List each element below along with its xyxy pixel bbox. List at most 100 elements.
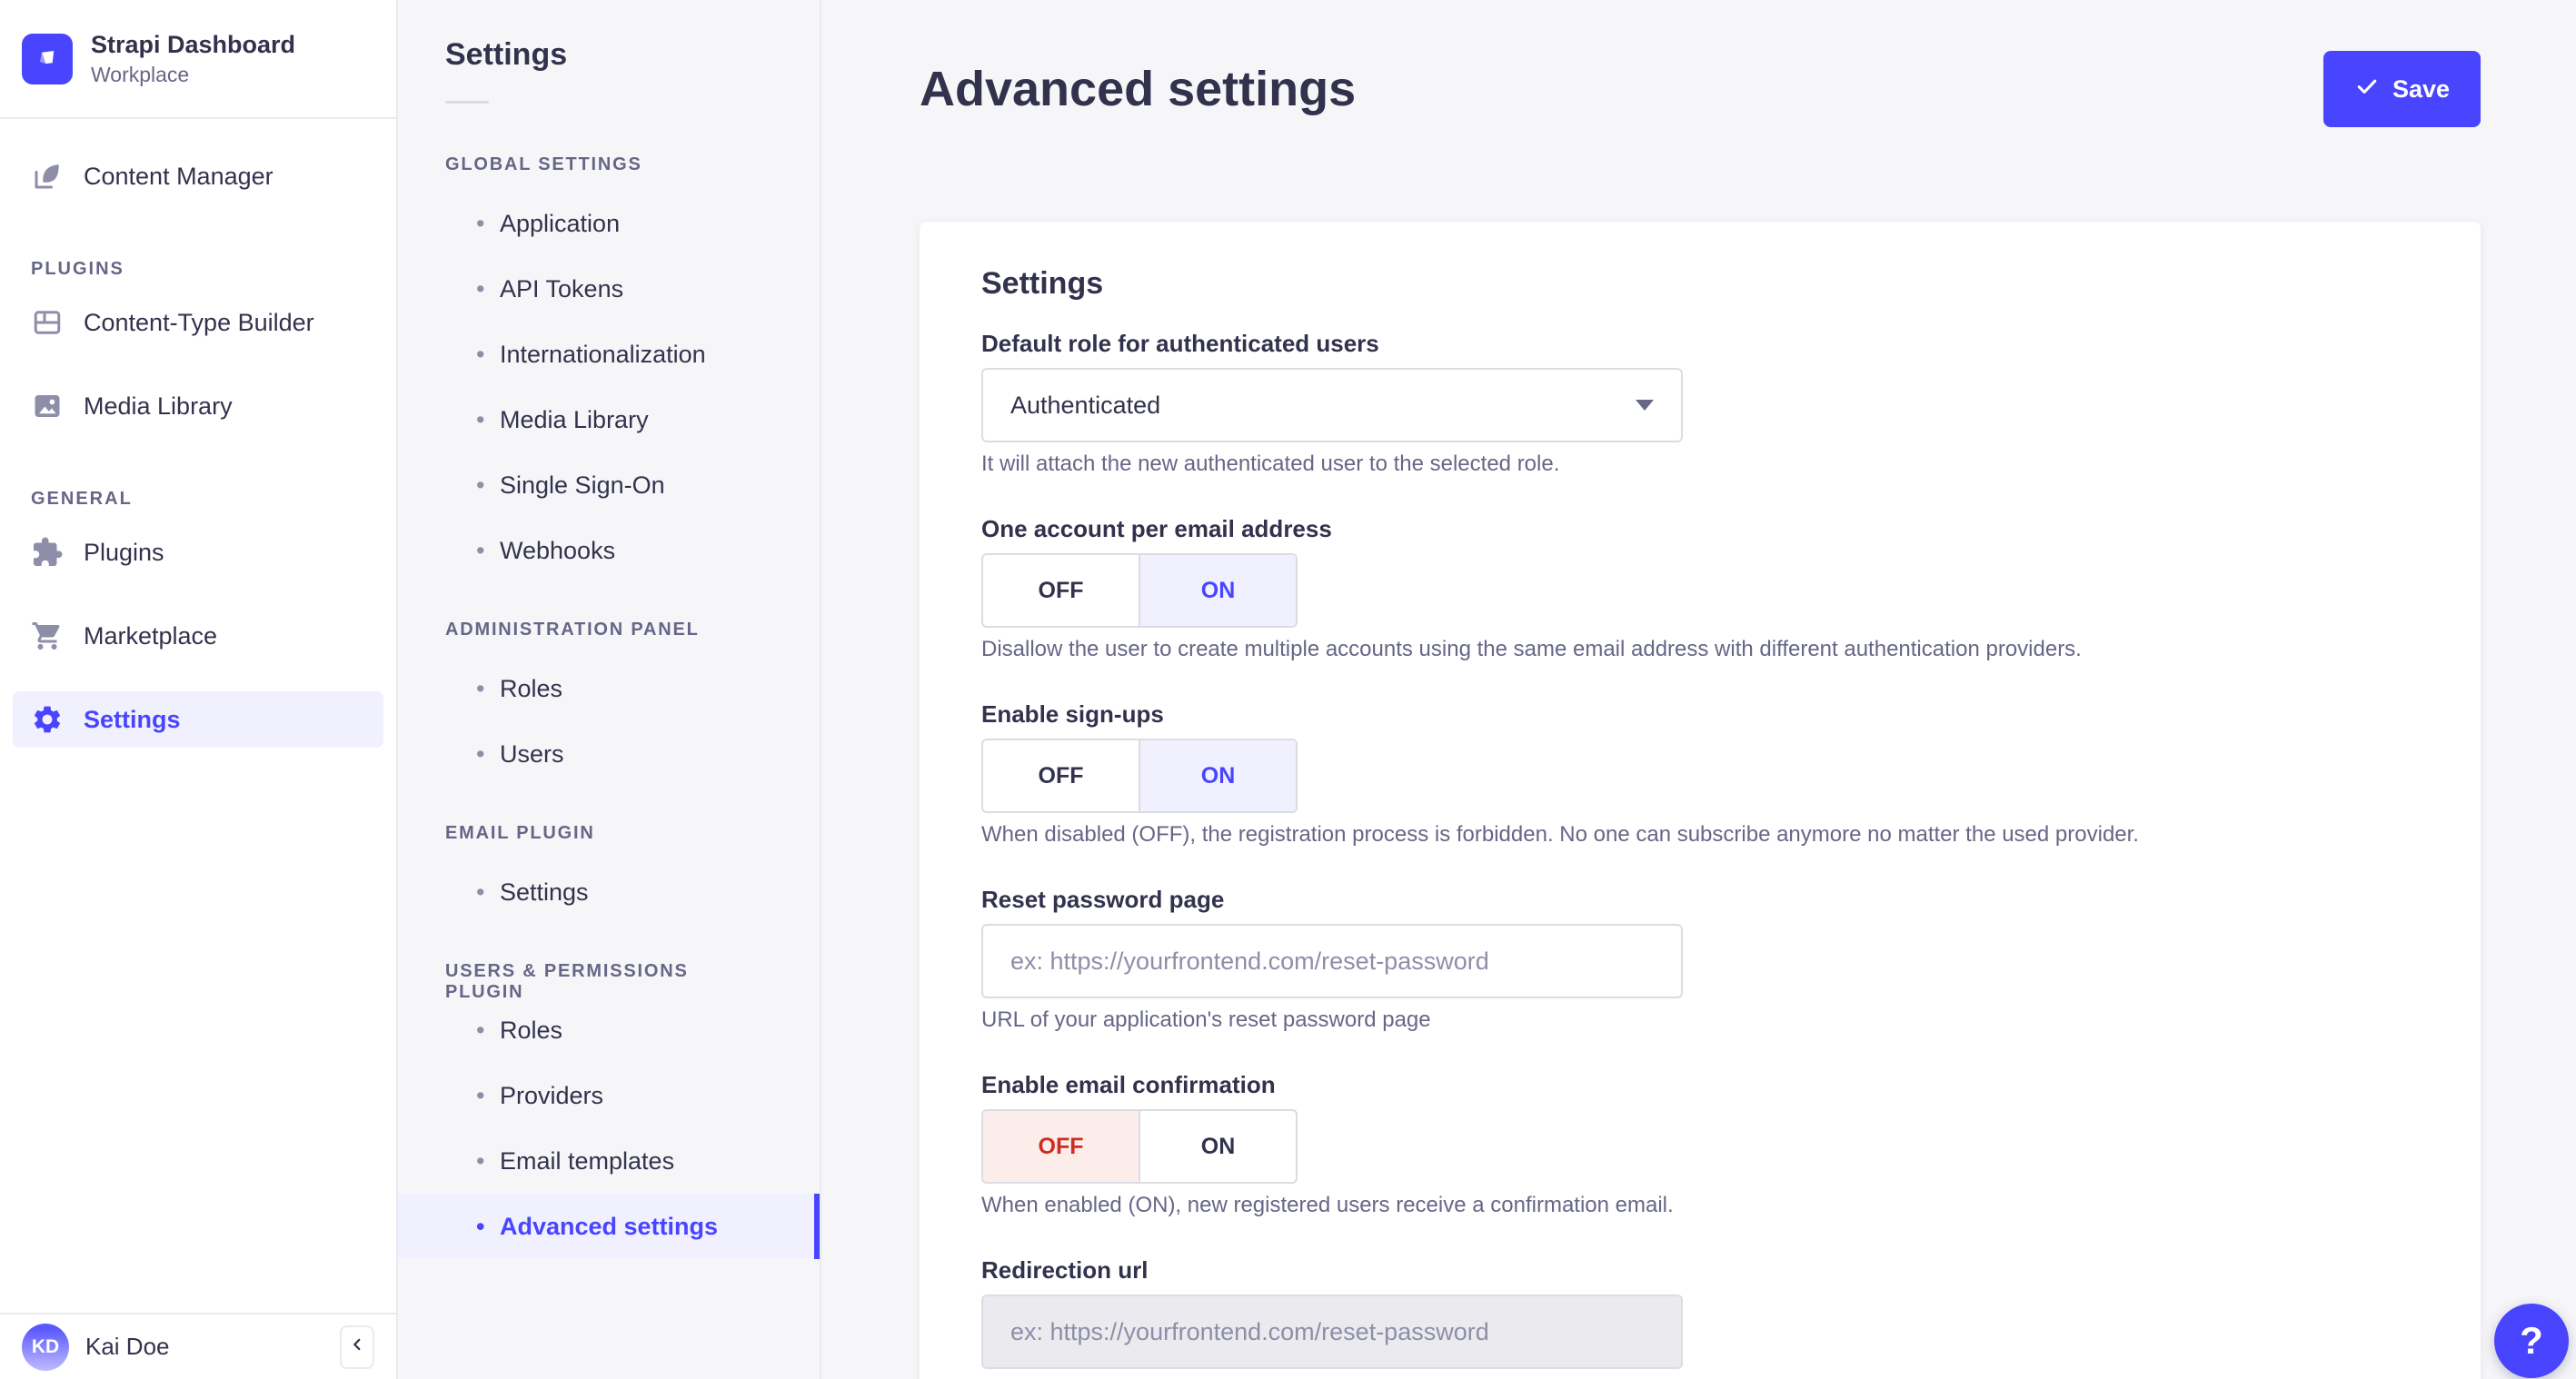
question-mark-icon: ? [2520,1319,2543,1362]
sidebar-item-label: Marketplace [84,621,218,650]
gear-icon [31,703,64,736]
field-label: Default role for authenticated users [981,330,1379,357]
subnav-item-admin-roles[interactable]: Roles [398,656,820,721]
subnav-item-media-library[interactable]: Media Library [398,387,820,452]
help-button[interactable]: ? [2494,1304,2569,1378]
bullet-icon [476,341,500,369]
sidebar-item-label: Media Library [84,392,233,420]
subnav-item-admin-users[interactable]: Users [398,721,820,787]
field-one-account-per-email: One account per email address OFF ON Dis… [981,515,2419,662]
field-hint: Disallow the user to create multiple acc… [981,637,2082,661]
reset-password-page-input[interactable] [981,924,1683,998]
toggle-on-option[interactable]: ON [1139,740,1296,811]
subnav-item-single-sign-on[interactable]: Single Sign-On [398,452,820,518]
bullet-icon [476,1213,500,1241]
redirection-url-input [981,1295,1683,1369]
bullet-icon [476,740,500,769]
sidebar-item-settings[interactable]: Settings [13,691,383,749]
subnav-item-up-roles[interactable]: Roles [398,997,820,1063]
sidebar-item-plugins[interactable]: Plugins [13,524,383,580]
field-default-role: Default role for authenticated users Aut… [981,330,2419,477]
sidebar-item-label: Plugins [84,538,164,566]
bullet-icon [476,537,500,565]
sidebar-item-label: Settings [84,705,181,733]
bullet-icon [476,1147,500,1176]
enable-sign-ups-toggle[interactable]: OFF ON [981,739,1298,813]
subnav-section-label: USERS & PERMISSIONS PLUGIN [445,961,689,1002]
settings-card: Settings Default role for authenticated … [920,222,2481,1379]
field-redirection-url: Redirection url [981,1256,2419,1369]
main-content: Advanced settings Save Settings Default … [821,0,2576,1379]
sidebar-item-label: Content-Type Builder [84,308,314,336]
select-value: Authenticated [1010,391,1161,419]
field-label: Reset password page [981,886,1225,913]
field-hint: When enabled (ON), new registered users … [981,1193,1674,1217]
field-hint: When disabled (OFF), the registration pr… [981,822,2139,847]
one-account-toggle[interactable]: OFF ON [981,553,1298,628]
toggle-off-option[interactable]: OFF [983,555,1139,626]
subnav-section-label: EMAIL PLUGIN [445,823,595,843]
picture-icon [31,390,64,422]
save-button[interactable]: Save [2322,51,2481,127]
bullet-icon [476,275,500,303]
subnav-section-administration-panel: ADMINISTRATION PANEL Roles Users [398,620,820,787]
field-enable-sign-ups: Enable sign-ups OFF ON When disabled (OF… [981,700,2419,848]
subnav-item-internationalization[interactable]: Internationalization [398,322,820,387]
bullet-icon [476,471,500,500]
default-role-select[interactable]: Authenticated [981,368,1683,442]
field-enable-email-confirmation: Enable email confirmation OFF ON When en… [981,1071,2419,1218]
subnav-item-api-tokens[interactable]: API Tokens [398,256,820,322]
subnav-item-up-providers[interactable]: Providers [398,1063,820,1128]
brand-text: Strapi Dashboard Workplace [91,31,295,86]
user-row: KD Kai Doe [0,1313,396,1379]
chevron-down-icon [1636,400,1654,411]
avatar[interactable]: KD [22,1323,69,1371]
subnav-item-webhooks[interactable]: Webhooks [398,518,820,583]
sidebar-section-general: GENERAL [31,489,133,510]
bullet-icon [476,210,500,238]
field-hint: URL of your application's reset password… [981,1007,1431,1032]
sidebar-item-content-type-builder[interactable]: Content-Type Builder [13,294,383,351]
sidebar-item-label: Content Manager [84,162,274,190]
subnav-title: Settings [445,37,568,72]
subnav-section-email-plugin: EMAIL PLUGIN Settings [398,823,820,925]
toggle-on-option[interactable]: ON [1139,1111,1296,1182]
brand-title: Strapi Dashboard [91,31,296,58]
subnav-section-global-settings: GLOBAL SETTINGS Application API Tokens I… [398,154,820,583]
sidebar-section-plugins: PLUGINS [31,259,124,280]
field-label: Enable sign-ups [981,700,1164,728]
toggle-off-option[interactable]: OFF [983,1111,1139,1182]
page-header: Advanced settings Save [920,0,2481,127]
subnav-item-up-email-templates[interactable]: Email templates [398,1128,820,1194]
settings-subnav: Settings GLOBAL SETTINGS Application API… [398,0,821,1379]
subnav-item-email-settings[interactable]: Settings [398,859,820,925]
bullet-icon [476,1082,500,1110]
field-label: Enable email confirmation [981,1071,1276,1098]
bullet-icon [476,1017,500,1045]
sidebar-nav: Content Manager PLUGINS Content-Type Bui… [0,119,396,1313]
email-confirmation-toggle[interactable]: OFF ON [981,1109,1298,1184]
save-button-label: Save [2392,74,2450,103]
toggle-on-option[interactable]: ON [1139,555,1296,626]
check-icon [2354,74,2380,105]
sidebar-item-content-manager[interactable]: Content Manager [13,148,383,204]
main-sidebar: Strapi Dashboard Workplace Content Manag… [0,0,398,1379]
sidebar-item-media-library[interactable]: Media Library [13,378,383,434]
field-label: One account per email address [981,515,1332,542]
bullet-icon [476,675,500,703]
collapse-sidebar-button[interactable] [340,1324,374,1369]
pen-icon [31,160,64,193]
workspace-brand[interactable]: Strapi Dashboard Workplace [0,0,396,120]
toggle-off-option[interactable]: OFF [983,740,1139,811]
field-label: Redirection url [981,1256,1149,1284]
field-reset-password-page: Reset password page URL of your applicat… [981,886,2419,1033]
chevron-left-icon [347,1334,367,1359]
subnav-divider [445,101,489,104]
subnav-item-up-advanced-settings[interactable]: Advanced settings [398,1194,820,1259]
subnav-section-label: GLOBAL SETTINGS [445,154,642,174]
brand-subtitle: Workplace [91,63,190,87]
layout-grid-icon [31,306,64,339]
bullet-icon [476,878,500,907]
subnav-item-application[interactable]: Application [398,191,820,256]
sidebar-item-marketplace[interactable]: Marketplace [13,608,383,664]
